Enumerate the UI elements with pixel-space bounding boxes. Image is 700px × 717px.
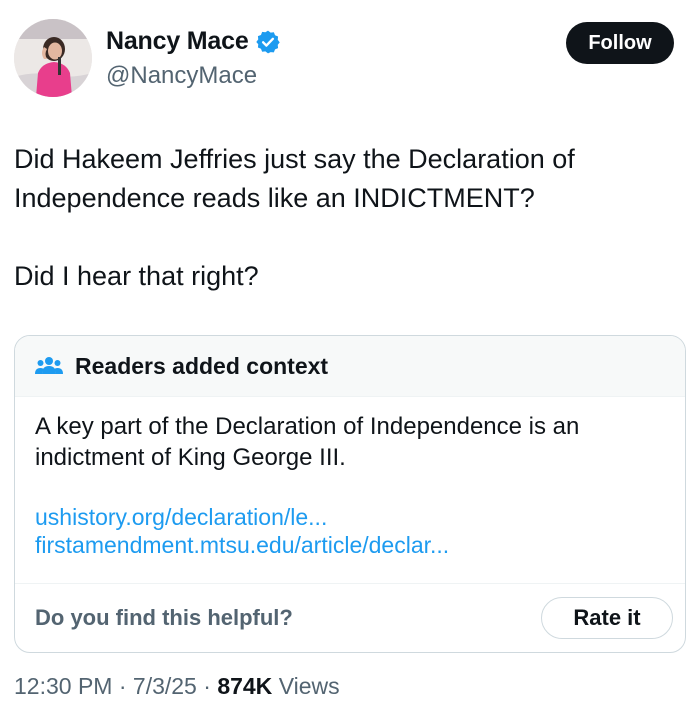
verified-badge-icon bbox=[255, 29, 281, 55]
profile-photo-icon bbox=[14, 19, 92, 97]
rate-it-button[interactable]: Rate it bbox=[541, 597, 673, 639]
tweet-meta: 12:30 PM · 7/3/25 · 874K Views bbox=[14, 673, 340, 700]
views-label: Views bbox=[278, 673, 340, 699]
community-note-body: A key part of the Declaration of Indepen… bbox=[15, 397, 685, 559]
community-note-header[interactable]: Readers added context bbox=[15, 336, 685, 397]
tweet-text: Did Hakeem Jeffries just say the Declara… bbox=[14, 140, 674, 296]
source-link[interactable]: firstamendment.mtsu.edu/article/declar..… bbox=[35, 531, 665, 559]
tweet-header: Nancy Mace @NancyMace Follow bbox=[0, 0, 700, 110]
tweet-paragraph: Did Hakeem Jeffries just say the Declara… bbox=[14, 144, 575, 213]
meta-separator: · bbox=[118, 673, 127, 699]
author-name-row[interactable]: Nancy Mace bbox=[106, 27, 281, 56]
views-count[interactable]: 874K bbox=[217, 673, 272, 699]
meta-separator: · bbox=[203, 673, 211, 699]
tweet-date[interactable]: 7/3/25 bbox=[133, 673, 197, 699]
author-handle[interactable]: @NancyMace bbox=[106, 62, 257, 90]
tweet-time[interactable]: 12:30 PM bbox=[14, 673, 112, 699]
source-link[interactable]: ushistory.org/declaration/le... bbox=[35, 503, 665, 531]
community-note-text: A key part of the Declaration of Indepen… bbox=[35, 413, 580, 471]
avatar[interactable] bbox=[14, 19, 92, 97]
community-note-footer: Do you find this helpful? Rate it bbox=[15, 583, 685, 652]
follow-button[interactable]: Follow bbox=[566, 22, 674, 64]
tweet-paragraph: Did I hear that right? bbox=[14, 261, 259, 291]
author-name[interactable]: Nancy Mace bbox=[106, 27, 249, 56]
community-note-title: Readers added context bbox=[75, 352, 329, 379]
helpful-question: Do you find this helpful? bbox=[35, 605, 293, 630]
community-note: Readers added context A key part of the … bbox=[14, 335, 686, 653]
people-icon bbox=[35, 354, 63, 378]
community-note-links: ushistory.org/declaration/le... firstame… bbox=[35, 503, 665, 559]
